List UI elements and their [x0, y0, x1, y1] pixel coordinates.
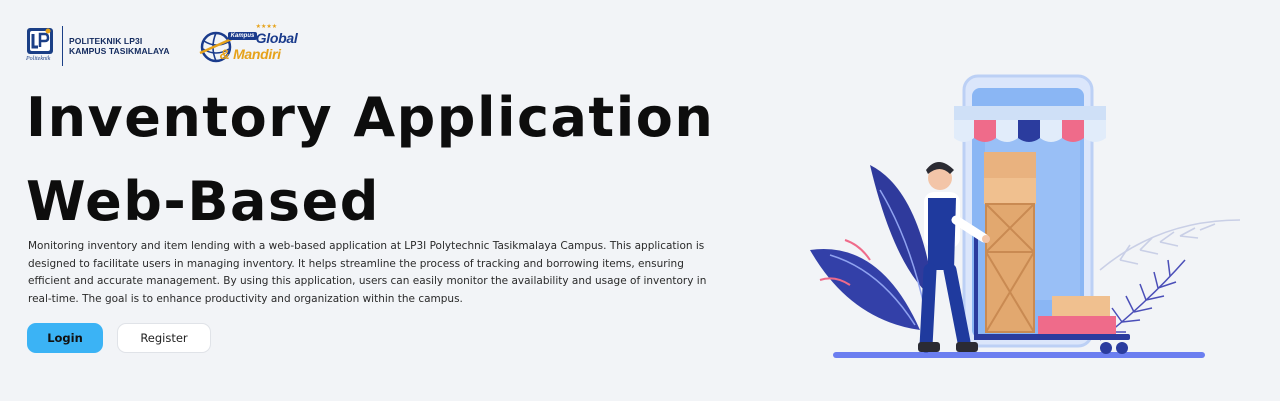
page-title: Inventory Application Web-Based — [26, 76, 714, 244]
lp3i-signature: Politeknik — [26, 56, 51, 62]
hero-illustration — [800, 70, 1260, 370]
lp3i-logo[interactable]: Politeknik POLITEKNIK LP3I KAMPUS TASIKM… — [26, 26, 170, 66]
institution-name: POLITEKNIK LP3I KAMPUS TASIKMALAYA — [62, 26, 170, 66]
shop-awning-icon — [954, 106, 1106, 142]
lp3i-logo-icon: Politeknik — [26, 26, 56, 66]
institution-line2: KAMPUS TASIKMALAYA — [69, 46, 170, 56]
hero-description: Monitoring inventory and item lending wi… — [28, 240, 707, 305]
register-button[interactable]: Register — [117, 323, 211, 353]
global-label: Global — [255, 30, 298, 46]
leaves-icon — [810, 165, 935, 330]
mandiri-label: & Mandiri — [219, 46, 281, 62]
page-title-line1: Inventory Application — [26, 86, 715, 149]
kampus-global-mandiri-logo[interactable]: ★★★★ Kampus Global & Mandiri — [198, 23, 308, 69]
right-foliage-icon — [1099, 219, 1241, 271]
kampus-label: Kampus — [227, 32, 258, 40]
login-button[interactable]: Login — [27, 323, 103, 353]
rating-stars: ★★★★ — [255, 23, 278, 30]
floor-line — [833, 352, 1205, 358]
institution-line1: POLITEKNIK LP3I — [69, 36, 143, 46]
page-title-line2: Web-Based — [26, 170, 380, 233]
header: Politeknik POLITEKNIK LP3I KAMPUS TASIKM… — [26, 22, 308, 70]
